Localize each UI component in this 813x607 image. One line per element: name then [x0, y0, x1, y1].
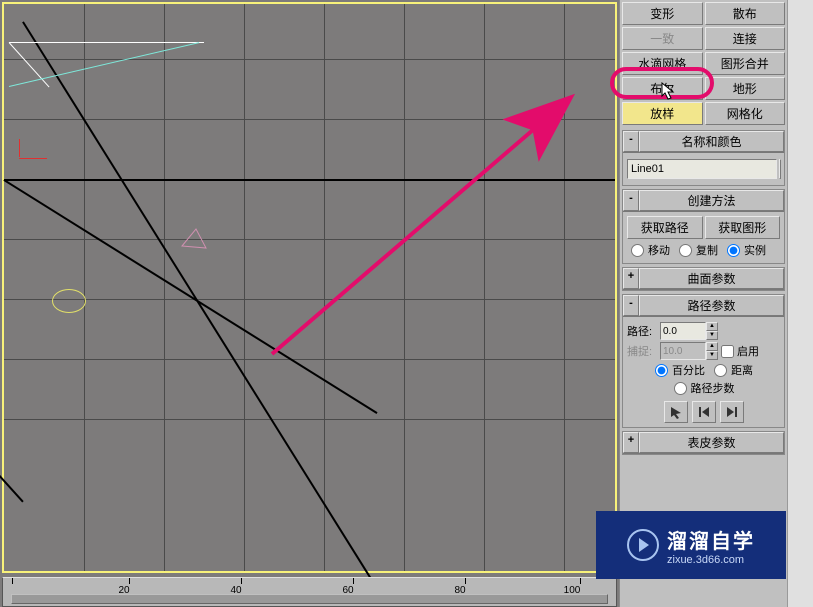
triangle-shape[interactable]: [179, 226, 209, 250]
watermark-url: zixue.3d66.com: [667, 554, 755, 566]
path-params-rollup: - 路径参数 路径: ▲▼ 捕捉: ▲▼: [622, 294, 785, 428]
terrain-button[interactable]: 地形: [705, 77, 786, 100]
get-path-button[interactable]: 获取路径: [627, 216, 703, 239]
copy-radio[interactable]: [679, 244, 692, 257]
path-label: 路径:: [627, 323, 657, 339]
object-color-swatch[interactable]: [779, 159, 781, 179]
object-name-input[interactable]: [627, 159, 777, 179]
prev-shape-icon[interactable]: [692, 401, 716, 423]
distance-radio[interactable]: [714, 364, 727, 377]
pick-shape-icon[interactable]: [664, 401, 688, 423]
cursor-pointer-icon: [661, 82, 677, 102]
spin-up[interactable]: ▲: [706, 322, 718, 331]
rollup-title[interactable]: 表皮参数: [639, 432, 784, 453]
path-value-input[interactable]: [660, 322, 706, 340]
shapemerge-button[interactable]: 图形合并: [705, 52, 786, 75]
spin-up: ▲: [706, 342, 718, 351]
spin-down[interactable]: ▼: [706, 331, 718, 340]
rollup-title[interactable]: 名称和颜色: [639, 131, 784, 152]
next-shape-icon[interactable]: [720, 401, 744, 423]
viewport[interactable]: [2, 2, 617, 573]
mesher-button[interactable]: 网格化: [705, 102, 786, 125]
loft-button[interactable]: 放样: [622, 102, 703, 125]
annotation-arrow: [4, 4, 615, 571]
surface-params-rollup: + 曲面参数: [622, 267, 785, 291]
rollup-title[interactable]: 创建方法: [639, 190, 784, 211]
rollup-toggle[interactable]: -: [623, 190, 639, 211]
rollup-toggle[interactable]: +: [623, 268, 639, 289]
connect-button[interactable]: 连接: [705, 27, 786, 50]
rollup-title[interactable]: 曲面参数: [639, 268, 784, 289]
watermark: 溜溜自学 zixue.3d66.com: [596, 511, 786, 579]
snap-label: 捕捉:: [627, 343, 657, 359]
enable-snap-checkbox[interactable]: [721, 345, 734, 358]
creation-method-rollup: - 创建方法 获取路径 获取图形 移动 复制 实例: [622, 189, 785, 264]
rollup-toggle[interactable]: -: [623, 295, 639, 316]
percent-radio[interactable]: [655, 364, 668, 377]
timeline[interactable]: 20 40 60 80 100: [2, 577, 617, 607]
blobmesh-button[interactable]: 水滴网格: [622, 52, 703, 75]
conform-button: 一致: [622, 27, 703, 50]
rollup-title[interactable]: 路径参数: [639, 295, 784, 316]
skin-params-rollup: + 表皮参数: [622, 431, 785, 455]
scatter-button[interactable]: 散布: [705, 2, 786, 25]
circle-shape[interactable]: [52, 289, 86, 313]
spin-down: ▼: [706, 351, 718, 360]
watermark-title: 溜溜自学: [667, 525, 755, 554]
axis-gizmo[interactable]: [19, 144, 49, 174]
instance-radio[interactable]: [727, 244, 740, 257]
deform-button[interactable]: 变形: [622, 2, 703, 25]
pathsteps-radio[interactable]: [674, 382, 687, 395]
get-shape-button[interactable]: 获取图形: [705, 216, 781, 239]
move-radio[interactable]: [631, 244, 644, 257]
snap-value-input: [660, 342, 706, 360]
rollup-toggle[interactable]: -: [623, 131, 639, 152]
name-color-rollup: - 名称和颜色: [622, 130, 785, 186]
timeline-slider[interactable]: [11, 594, 608, 604]
play-icon: [627, 529, 659, 561]
rollup-toggle[interactable]: +: [623, 432, 639, 453]
